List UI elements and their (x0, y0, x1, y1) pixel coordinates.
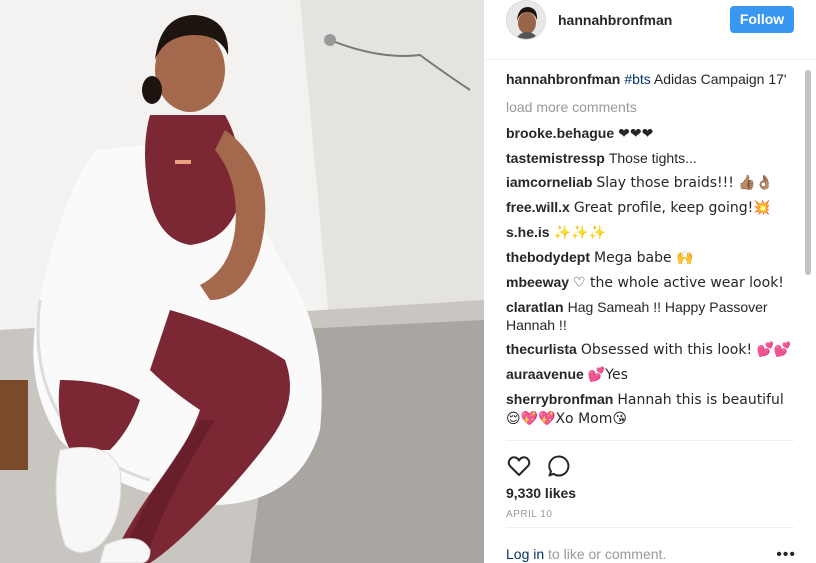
comment-username[interactable]: tastemistressp (506, 150, 605, 166)
comments-list[interactable]: hannahbronfman #bts Adidas Campaign 17' l… (506, 68, 794, 436)
comment-text: Those tights... (608, 150, 697, 166)
comment-item: mbeeway ♡ the whole active wear look! (506, 273, 794, 292)
caption-hashtag[interactable]: #bts (624, 71, 650, 87)
comment-item: free.will.x Great profile, keep going!💥 (506, 198, 794, 217)
more-options-icon[interactable]: ••• (776, 546, 796, 563)
author-avatar[interactable] (506, 0, 546, 40)
comment-item: tastemistressp Those tights... (506, 149, 794, 167)
post-caption: hannahbronfman #bts Adidas Campaign 17' (506, 70, 794, 88)
comment-bubble-icon[interactable] (546, 453, 572, 479)
post-date[interactable]: APRIL 10 (506, 509, 552, 520)
comment-item: brooke.behague ❤❤❤ (506, 124, 794, 143)
login-link[interactable]: Log in (506, 546, 544, 562)
comment-username[interactable]: claratlan (506, 299, 564, 315)
comment-text: Mega babe 🙌 (594, 250, 694, 266)
post-actions: 9,330 likes APRIL 10 (506, 440, 794, 520)
post-header: hannahbronfman Follow (484, 0, 816, 60)
comment-username[interactable]: auraavenue (506, 366, 584, 382)
caption-username[interactable]: hannahbronfman (506, 71, 620, 87)
login-prompt-text: to like or comment. (544, 546, 667, 562)
post-details-panel: hannahbronfman Follow hannahbronfman #bts… (484, 0, 816, 563)
comment-username[interactable]: thebodydept (506, 249, 590, 265)
post-photo (0, 0, 484, 563)
comment-text: Great profile, keep going!💥 (573, 200, 771, 216)
avatar-photo (507, 1, 545, 39)
comment-item: sherrybronfman Hannah this is beautiful 😌… (506, 390, 794, 428)
follow-button[interactable]: Follow (730, 6, 794, 33)
scrollbar-thumb[interactable] (805, 70, 811, 275)
comments-scrollbar[interactable] (804, 68, 812, 438)
caption-text: Adidas Campaign 17' (650, 71, 787, 87)
comment-text: ✨✨✨ (553, 225, 606, 241)
comment-text: 💕Yes (587, 367, 628, 383)
likes-count[interactable]: 9,330 likes (506, 485, 576, 501)
post-footer: Log in to like or comment. ••• (506, 527, 796, 563)
comment-item: auraavenue 💕Yes (506, 365, 794, 384)
comment-item: thebodydept Mega babe 🙌 (506, 248, 794, 267)
comment-item: s.he.is ✨✨✨ (506, 223, 794, 242)
comment-item: claratlan Hag Sameah !! Happy Passover Ha… (506, 298, 794, 334)
comment-username[interactable]: s.he.is (506, 224, 550, 240)
load-more-comments-link[interactable]: load more comments (506, 98, 794, 116)
comment-username[interactable]: brooke.behague (506, 125, 614, 141)
comment-username[interactable]: mbeeway (506, 274, 569, 290)
login-prompt: Log in to like or comment. (506, 546, 666, 562)
comment-text: Obsessed with this look! 💕💕 (580, 342, 792, 358)
comment-item: thecurlista Obsessed with this look! 💕💕 (506, 340, 794, 359)
comment-item: iamcorneliab Slay those braids!!! 👍🏽👌🏽 (506, 173, 794, 192)
heart-outline-icon[interactable] (506, 453, 532, 479)
comment-text: Slay those braids!!! 👍🏽👌🏽 (596, 175, 774, 191)
author-username[interactable]: hannahbronfman (558, 12, 672, 28)
post-photo-illustration (0, 0, 484, 563)
comment-username[interactable]: free.will.x (506, 199, 570, 215)
comment-username[interactable]: iamcorneliab (506, 174, 592, 190)
comment-text: ♡ the whole active wear look! (573, 275, 784, 291)
comment-text: ❤❤❤ (618, 126, 654, 142)
comment-username[interactable]: thecurlista (506, 341, 577, 357)
comment-username[interactable]: sherrybronfman (506, 391, 613, 407)
